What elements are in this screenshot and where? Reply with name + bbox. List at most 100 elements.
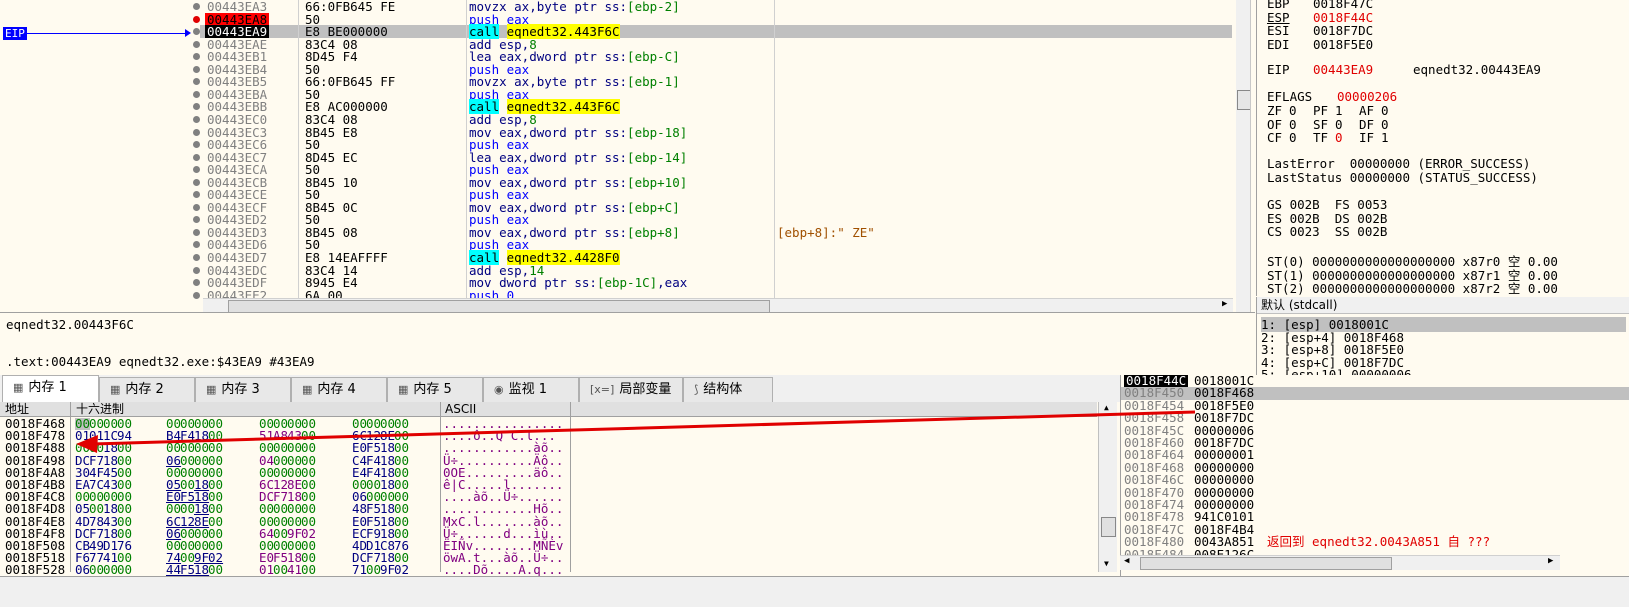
- disasm-row[interactable]: 00443EB1 8D45 F4 lea eax,dword ptr ss:[ebp…: [200, 50, 1232, 63]
- disasm-row[interactable]: 00443ED3 8B45 08 mov eax,dword ptr ss:[ebp…: [200, 226, 1232, 239]
- breakpoint-dot-icon[interactable]: [193, 40, 200, 48]
- info-target: eqnedt32.00443F6C: [6, 317, 134, 332]
- breakpoint-dot-icon[interactable]: [193, 128, 200, 136]
- hex-column-header[interactable]: 十六进制: [76, 402, 124, 416]
- breakpoint-dot-icon[interactable]: [193, 166, 200, 174]
- eip-arrowhead-icon: [185, 29, 191, 37]
- dump-byte[interactable]: 44: [166, 564, 181, 576]
- tab-8[interactable]: ⟆ 结构体: [683, 377, 773, 402]
- memory-dump-pane[interactable]: 地址 十六进制 ASCII 0018F468 00 00 00 00 00 00 00 00 00…: [0, 402, 1120, 576]
- breakpoint-dot-icon[interactable]: [193, 203, 200, 211]
- scroll-right-icon[interactable]: ▶: [1548, 556, 1553, 566]
- dump-byte[interactable]: 41: [287, 564, 302, 576]
- dump-row[interactable]: 0018F528 06 00 00 00 44 F5 18 00 01 00 41 00 71 00 9F 02…: [0, 564, 1097, 576]
- dump-byte[interactable]: 18: [194, 564, 209, 576]
- registers-pane[interactable]: EBP 0018F47C ESP 0018F44C ESI 0018F7DC EDI 0018…: [1256, 0, 1629, 296]
- stack-pane[interactable]: 0018F44C 0018001C 0018F450 0018F468 0018F454…: [1120, 375, 1629, 576]
- scroll-right-icon[interactable]: ▶: [1222, 299, 1227, 309]
- breakpoint-dot-icon[interactable]: [193, 291, 200, 299]
- scroll-down-icon[interactable]: ▼: [1104, 559, 1109, 568]
- disasm-row[interactable]: 00443ECF 8B45 0C mov eax,dword ptr ss:[ebp…: [200, 201, 1232, 214]
- disasm-row[interactable]: 00443EC3 8B45 E8 mov eax,dword ptr ss:[ebp…: [200, 126, 1232, 139]
- calling-convention-select[interactable]: 默认 (stdcall): [1257, 297, 1629, 314]
- tab-3[interactable]: ▦ 内存 3: [195, 377, 291, 402]
- dump-ascii[interactable]: ....Dõ....A.q...: [443, 564, 563, 576]
- register-name: EIP: [1267, 62, 1290, 77]
- disasm-row[interactable]: 00443EB5 66:0FB645 FF movzx ax,byte ptr ss…: [200, 75, 1232, 88]
- breakpoint-dot-icon[interactable]: [193, 103, 200, 111]
- memory-icon: ▦: [302, 383, 313, 396]
- dump-byte[interactable]: 01: [259, 564, 274, 576]
- breakpoint-icon[interactable]: [193, 15, 200, 23]
- dump-byte[interactable]: 9F: [380, 564, 395, 576]
- breakpoint-dot-icon[interactable]: [193, 241, 200, 249]
- status-bar: [0, 576, 1629, 607]
- breakpoint-dot-icon[interactable]: [193, 65, 200, 73]
- argument-row[interactable]: 5: [esp+10] 00000006: [1261, 367, 1626, 375]
- disassembly-horizontal-scrollbar[interactable]: ▶: [203, 298, 1233, 313]
- dump-address[interactable]: 0018F528: [5, 564, 65, 576]
- tab-7[interactable]: [x=] 局部变量: [579, 377, 683, 402]
- address-column-header[interactable]: 地址: [5, 402, 29, 416]
- register-symbol: eqnedt32.00443EA9: [1413, 62, 1541, 77]
- watch-icon: ◉: [494, 383, 504, 396]
- breakpoint-dot-icon[interactable]: [193, 28, 200, 36]
- instruction-address[interactable]: 00443EC0: [205, 113, 269, 126]
- disasm-row[interactable]: 00443ECB 8B45 10 mov eax,dword ptr ss:[ebp…: [200, 176, 1232, 189]
- dump-byte[interactable]: 00: [208, 564, 223, 576]
- disasm-row[interactable]: 00443EC7 8D45 EC lea eax,dword ptr ss:[ebp…: [200, 151, 1232, 164]
- fpu-register: ST(2) 0000000000000000000 x87r2 空 0.00: [1267, 281, 1558, 296]
- dump-vertical-scrollbar[interactable]: ▲ ▼: [1098, 402, 1117, 572]
- breakpoint-dot-icon[interactable]: [193, 115, 200, 123]
- breakpoint-dot-icon[interactable]: [193, 216, 200, 224]
- arguments-pane[interactable]: 默认 (stdcall) 1: [esp] 0018001C 2: [esp+4]…: [1256, 297, 1629, 375]
- dump-byte[interactable]: 00: [366, 564, 381, 576]
- tab-label: 局部变量: [619, 382, 672, 397]
- disasm-row[interactable]: 00443EDF 8945 E4 mov dword ptr ss:[ebp-1C]…: [200, 276, 1232, 289]
- tab-label: 监视 1: [508, 382, 548, 397]
- disasm-row[interactable]: 00443EA3 66:0FB645 FE movzx ax,byte ptr ss…: [200, 0, 1232, 13]
- last-status: LastStatus 00000000 (STATUS_SUCCESS): [1267, 170, 1538, 185]
- breakpoint-dot-icon[interactable]: [193, 78, 200, 86]
- info-location: .text:00443EA9 eqnedt32.exe:$43EA9 #43EA…: [6, 354, 315, 369]
- register-value: 00000206: [1337, 89, 1398, 104]
- dump-byte[interactable]: 00: [273, 564, 288, 576]
- dump-byte[interactable]: 02: [394, 564, 409, 576]
- tab-6[interactable]: ◉ 监视 1: [483, 377, 579, 402]
- scroll-up-icon[interactable]: ▲: [1104, 403, 1109, 412]
- breakpoint-dot-icon[interactable]: [193, 141, 200, 149]
- breakpoint-dot-icon[interactable]: [193, 191, 200, 199]
- dump-byte[interactable]: F5: [180, 564, 195, 576]
- ascii-column-header[interactable]: ASCII: [445, 402, 476, 416]
- stack-horizontal-scrollbar[interactable]: ◀ ▶: [1120, 555, 1560, 570]
- memory-icon: ▦: [110, 383, 121, 396]
- instruction-bytes: 83C4 08: [305, 111, 358, 127]
- breakpoint-dot-icon[interactable]: [193, 90, 200, 98]
- disasm-row[interactable]: 00443EC0 83C4 08 add esp,8: [200, 113, 1232, 126]
- breakpoint-dot-icon[interactable]: [193, 153, 200, 161]
- dump-byte[interactable]: 00: [301, 564, 316, 576]
- breakpoint-dot-icon[interactable]: [193, 254, 200, 261]
- breakpoint-dot-icon[interactable]: [193, 279, 200, 287]
- tab-1[interactable]: ▦ 内存 1: [2, 375, 99, 403]
- dump-byte[interactable]: 00: [103, 564, 118, 576]
- breakpoint-dot-icon[interactable]: [193, 3, 200, 10]
- breakpoint-dot-icon[interactable]: [193, 53, 200, 61]
- flag-value: 0: [1289, 130, 1297, 145]
- memory-icon: ▦: [206, 383, 217, 396]
- disassembly-pane[interactable]: EIP 00443EA3 66:0FB645 FE movzx ax,byte pt…: [0, 0, 1251, 326]
- disassembly-vertical-scrollbar[interactable]: [1236, 0, 1250, 312]
- dump-byte[interactable]: 00: [89, 564, 104, 576]
- tab-2[interactable]: ▦ 内存 2: [99, 377, 195, 402]
- breakpoint-dot-icon[interactable]: [193, 178, 200, 186]
- dump-byte[interactable]: 00: [117, 564, 132, 576]
- eip-arrow: [27, 33, 187, 34]
- tab-5[interactable]: ▦ 内存 5: [387, 377, 483, 402]
- dump-byte[interactable]: 71: [352, 564, 367, 576]
- breakpoint-dot-icon[interactable]: [193, 266, 200, 274]
- scroll-left-icon[interactable]: ◀: [1124, 556, 1129, 566]
- dump-byte[interactable]: 06: [75, 564, 90, 576]
- breakpoint-dot-icon[interactable]: [193, 228, 200, 236]
- disassembly-rows[interactable]: 00443EA3 66:0FB645 FE movzx ax,byte ptr ss…: [200, 0, 1232, 304]
- tab-4[interactable]: ▦ 内存 4: [291, 377, 387, 402]
